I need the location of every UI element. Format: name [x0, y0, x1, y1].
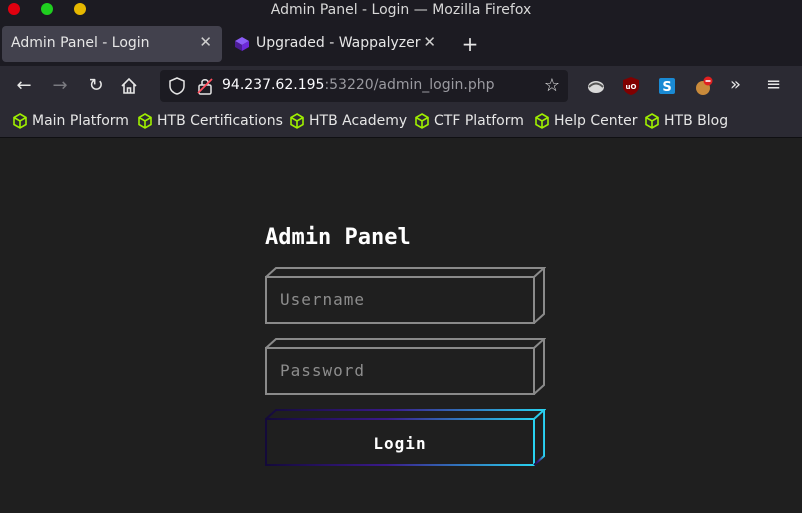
bookmarks-toolbar: Main Platform HTB Certifications HTB Aca… — [0, 106, 802, 138]
bookmark-htb-certifications[interactable]: HTB Certifications — [137, 113, 283, 129]
bookmark-label: CTF Platform — [434, 113, 524, 129]
bookmark-htb-blog[interactable]: HTB Blog — [644, 113, 728, 129]
url-text[interactable]: 94.237.62.195:53220/admin_login.php — [222, 77, 494, 93]
new-tab-button[interactable]: + — [460, 29, 480, 59]
htb-cube-icon — [535, 113, 549, 129]
shield-icon[interactable] — [168, 77, 186, 95]
back-icon[interactable]: ← — [12, 74, 36, 98]
htb-cube-icon — [138, 113, 152, 129]
htb-cube-icon — [645, 113, 659, 129]
login-button[interactable]: Login — [267, 422, 533, 465]
page-content: Admin Panel Login — [0, 139, 802, 513]
username-input[interactable] — [267, 278, 532, 321]
forward-icon[interactable]: → — [48, 74, 72, 98]
insecure-lock-icon[interactable] — [196, 77, 214, 95]
overflow-chevron-icon[interactable]: » — [730, 74, 741, 95]
bookmark-ctf-platform[interactable]: CTF Platform — [414, 113, 524, 129]
htb-cube-icon — [415, 113, 429, 129]
wappalyzer-icon — [235, 37, 249, 51]
hamburger-menu-icon[interactable]: ≡ — [766, 74, 781, 95]
bookmark-label: HTB Blog — [664, 113, 729, 129]
bookmark-label: Main Platform — [32, 113, 129, 129]
s-extension-icon[interactable]: S — [657, 76, 677, 96]
tab-admin-panel[interactable]: Admin Panel - Login ✕ — [2, 26, 222, 62]
htb-cube-icon — [290, 113, 304, 129]
password-input[interactable] — [267, 349, 532, 392]
bookmark-main-platform[interactable]: Main Platform — [12, 113, 129, 129]
url-path: :53220/admin_login.php — [324, 77, 495, 93]
bookmark-help-center[interactable]: Help Center — [534, 113, 638, 129]
navigation-toolbar: ← → ↻ 94.237.62.195:53220/admin_login.ph… — [0, 66, 802, 106]
bookmark-label: Help Center — [554, 113, 638, 129]
htb-cube-icon — [13, 113, 27, 129]
tab-strip: Admin Panel - Login ✕ Upgraded - Wappaly… — [0, 22, 802, 66]
svg-text:S: S — [662, 80, 671, 95]
bookmark-star-icon[interactable]: ☆ — [544, 75, 560, 96]
window-title: Admin Panel - Login — Mozilla Firefox — [270, 2, 532, 18]
close-icon[interactable]: ✕ — [199, 33, 212, 51]
svg-text:uO: uO — [626, 83, 637, 91]
url-bar[interactable]: 94.237.62.195:53220/admin_login.php ☆ — [160, 70, 568, 102]
extension-icon[interactable] — [586, 76, 606, 96]
bookmark-label: HTB Academy — [309, 113, 408, 129]
tab-wappalyzer[interactable]: Upgraded - Wappalyzer ✕ — [228, 26, 446, 62]
ublock-origin-icon[interactable]: uO — [621, 76, 641, 96]
cookie-extension-icon[interactable] — [694, 76, 714, 96]
tab-label: Upgraded - Wappalyzer — [256, 35, 421, 51]
url-host: 94.237.62.195 — [222, 77, 325, 93]
home-icon[interactable] — [119, 76, 139, 96]
close-icon[interactable]: ✕ — [423, 33, 436, 51]
window-titlebar: Admin Panel - Login — Mozilla Firefox — [0, 0, 802, 22]
page-title: Admin Panel — [265, 225, 411, 250]
bookmark-label: HTB Certifications — [157, 113, 283, 129]
reload-icon[interactable]: ↻ — [84, 74, 108, 98]
bookmark-htb-academy[interactable]: HTB Academy — [289, 113, 407, 129]
tab-label: Admin Panel - Login — [11, 35, 150, 51]
